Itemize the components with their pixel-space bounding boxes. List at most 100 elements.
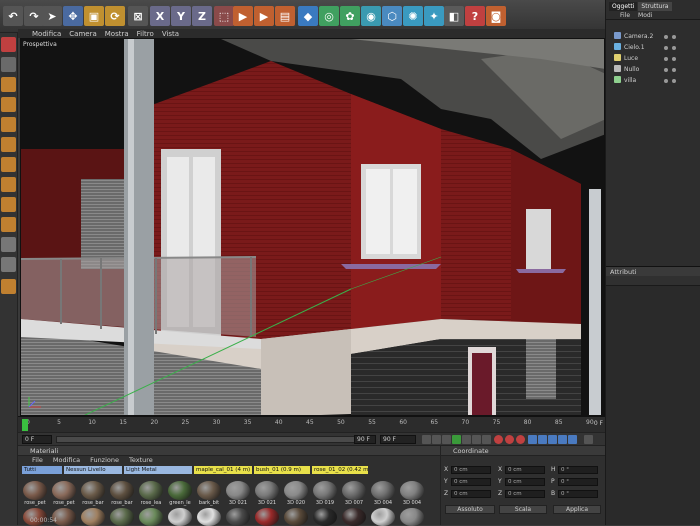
edges-mode-icon[interactable]: [1, 97, 16, 112]
filter-nessun-livello[interactable]: Nessun Livello: [64, 466, 122, 474]
object-menu-modi[interactable]: Modi: [638, 11, 652, 19]
model-mode-icon[interactable]: [1, 37, 16, 52]
menu-modifica[interactable]: Modifica: [32, 30, 61, 38]
timeline-ruler[interactable]: 051015202530354045505560657075808590 0 F: [18, 416, 605, 432]
filter-rose[interactable]: rose_01_02 (0.42 m): [312, 466, 368, 474]
render-icon[interactable]: ◙: [486, 6, 506, 26]
checker-icon[interactable]: [1, 237, 16, 252]
visibility-dot[interactable]: [664, 79, 668, 83]
scale-key-icon[interactable]: [538, 435, 547, 444]
filter-light-metal[interactable]: Light Metal: [124, 466, 192, 474]
render-visibility-dot[interactable]: [672, 46, 676, 50]
material-swatch[interactable]: rose_lea: [138, 481, 164, 507]
material-swatch[interactable]: 3D 004: [370, 481, 396, 507]
object-item[interactable]: Cielo.1: [614, 43, 699, 53]
menu-vista[interactable]: Vista: [162, 30, 179, 38]
materials-menu-funzione[interactable]: Funzione: [90, 456, 119, 465]
render-view-icon[interactable]: ▶: [254, 6, 274, 26]
material-swatch[interactable]: 3D 007: [341, 481, 367, 507]
go-end-icon[interactable]: [482, 435, 491, 444]
render-settings-icon[interactable]: ▤: [275, 6, 295, 26]
material-swatch[interactable]: [400, 508, 424, 526]
object-menu-file[interactable]: File: [620, 11, 630, 19]
z-axis-button[interactable]: Z: [192, 6, 212, 26]
pos-key-icon[interactable]: [528, 435, 537, 444]
select-icon[interactable]: ➤: [42, 6, 62, 26]
material-swatch[interactable]: [313, 508, 337, 526]
redo-icon[interactable]: ↷: [24, 6, 44, 26]
rotate-icon[interactable]: ⟳: [105, 6, 125, 26]
visibility-dot[interactable]: [664, 46, 668, 50]
material-swatch[interactable]: 3D 020: [283, 481, 309, 507]
end-frame-field[interactable]: 90 F: [380, 435, 416, 444]
coord-value-field[interactable]: 0 cm: [451, 466, 491, 474]
visibility-dot[interactable]: [664, 57, 668, 61]
tab-oggetti[interactable]: Oggetti: [609, 2, 638, 11]
play-icon[interactable]: [452, 435, 461, 444]
cube-icon[interactable]: ◆: [298, 6, 318, 26]
material-swatch[interactable]: [371, 508, 395, 526]
snap-icon[interactable]: [1, 217, 16, 232]
visibility-dot[interactable]: [664, 35, 668, 39]
menu-camera[interactable]: Camera: [69, 30, 96, 38]
range-end-field[interactable]: 90 F: [354, 435, 376, 444]
pla-key-icon[interactable]: [568, 435, 577, 444]
go-start-icon[interactable]: [422, 435, 431, 444]
generator-icon[interactable]: ◉: [361, 6, 381, 26]
spline-icon[interactable]: ✿: [340, 6, 360, 26]
coord-value-field[interactable]: 0 °: [558, 490, 598, 498]
workplane-icon[interactable]: [1, 157, 16, 172]
coord-value-field[interactable]: 0 cm: [505, 490, 545, 498]
nurbs-icon[interactable]: ◎: [319, 6, 339, 26]
mode-scale-select[interactable]: Scala: [499, 505, 547, 514]
points-mode-icon[interactable]: [1, 77, 16, 92]
rot-key-icon[interactable]: [548, 435, 557, 444]
material-swatch[interactable]: [342, 508, 366, 526]
axis-icon[interactable]: [1, 177, 16, 192]
materials-menu-file[interactable]: File: [32, 456, 43, 465]
scale-icon[interactable]: ▣: [84, 6, 104, 26]
material-swatch[interactable]: rose_pet: [22, 481, 48, 507]
x-axis-button[interactable]: X: [150, 6, 170, 26]
material-swatch[interactable]: [139, 508, 163, 526]
coord-value-field[interactable]: 0 °: [558, 466, 598, 474]
camera-icon[interactable]: ✦: [424, 6, 444, 26]
apply-button[interactable]: Applica: [553, 505, 601, 514]
polygons-mode-icon[interactable]: [1, 117, 16, 132]
record-icon[interactable]: [494, 435, 503, 444]
keyframe-icon[interactable]: [516, 435, 525, 444]
coord-value-field[interactable]: 0 cm: [451, 478, 491, 486]
coord-icon[interactable]: ⬚: [214, 6, 234, 26]
material-swatch[interactable]: [226, 508, 250, 526]
texture-mode-icon[interactable]: [1, 137, 16, 152]
perspective-viewport[interactable]: Prospettiva: [20, 38, 605, 416]
coord-value-field[interactable]: 0 cm: [505, 478, 545, 486]
material-swatch[interactable]: [284, 508, 308, 526]
object-item[interactable]: Camera.2: [614, 32, 699, 42]
material-swatch[interactable]: green_le: [167, 481, 193, 507]
deformer-icon[interactable]: ⬡: [382, 6, 402, 26]
prev-key-icon[interactable]: [432, 435, 441, 444]
filter-bush[interactable]: bush_01 (0.9 m): [254, 466, 310, 474]
material-swatch[interactable]: [168, 508, 192, 526]
light-icon[interactable]: ◧: [444, 6, 464, 26]
render-visibility-dot[interactable]: [672, 68, 676, 72]
material-swatch[interactable]: 3D 021: [254, 481, 280, 507]
material-swatch[interactable]: rose_bar: [109, 481, 135, 507]
material-swatch[interactable]: rose_pet: [51, 481, 77, 507]
render-visibility-dot[interactable]: [672, 35, 676, 39]
coord-value-field[interactable]: 0 °: [558, 478, 598, 486]
tab-struttura[interactable]: Struttura: [638, 2, 672, 11]
material-swatch[interactable]: rose_bar: [80, 481, 106, 507]
object-item[interactable]: Luce: [614, 54, 699, 64]
grid-icon[interactable]: [1, 257, 16, 272]
object-item[interactable]: villa: [614, 76, 699, 86]
next-key-icon[interactable]: [472, 435, 481, 444]
param-key-icon[interactable]: [558, 435, 567, 444]
y-axis-button[interactable]: Y: [171, 6, 191, 26]
coord-value-field[interactable]: 0 cm: [505, 466, 545, 474]
material-swatch[interactable]: 3D 004: [399, 481, 425, 507]
material-swatch[interactable]: 3D 019: [312, 481, 338, 507]
render-visibility-dot[interactable]: [672, 57, 676, 61]
menu-mostra[interactable]: Mostra: [105, 30, 129, 38]
